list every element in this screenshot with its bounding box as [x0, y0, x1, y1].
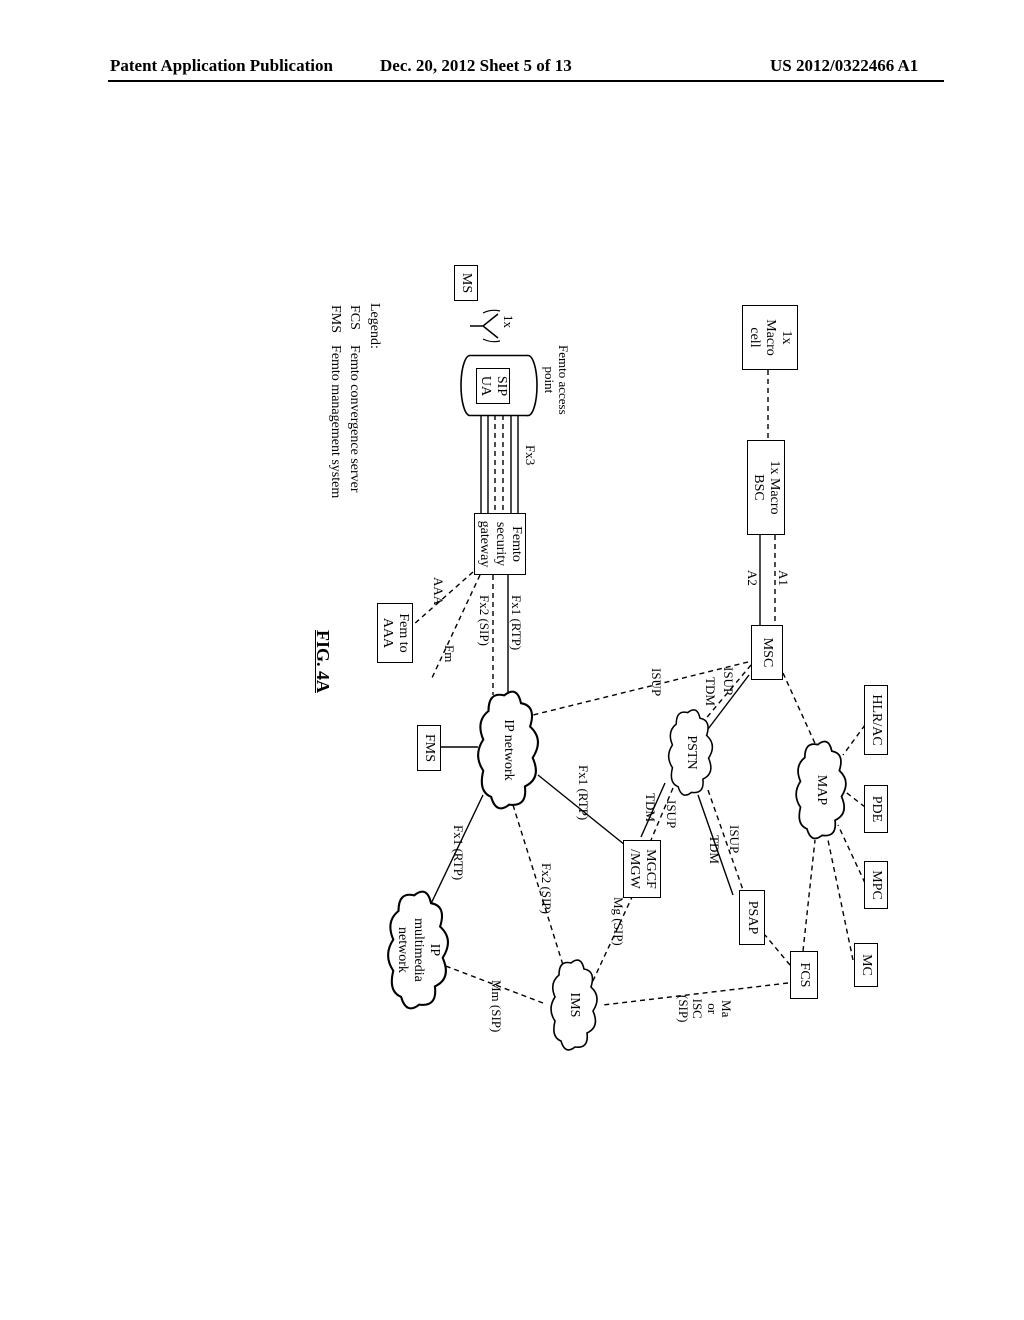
legend-row: FMSFemto management system	[327, 305, 345, 508]
label-mm-sip: Mm (SIP)	[489, 980, 503, 1032]
label-isup-3: ISUP	[664, 800, 678, 828]
node-fcs: FCS	[790, 951, 818, 999]
node-msc: MSC	[751, 625, 783, 680]
cloud-ip-multimedia: IP multimedia network	[383, 885, 453, 1015]
label-isup-2: ISUP	[727, 825, 741, 853]
label-1x: 1x	[501, 315, 515, 328]
header-right: US 2012/0322466 A1	[770, 56, 918, 76]
label-tdm-3: TDM	[643, 793, 657, 822]
legend-row: FCSFemto convergence server	[346, 305, 364, 508]
cloud-ip-network: IP network	[473, 685, 543, 815]
label-ma-isc-sip: Ma or ISC (SIP)	[676, 995, 733, 1022]
label-fx1-rtp-b: Fx1 (RTP)	[451, 825, 465, 880]
node-mpc: MPC	[864, 861, 888, 909]
label-isup-1: ISUP	[721, 667, 735, 695]
label-a2: A2	[745, 570, 759, 586]
node-sip-ua: SIP UA	[476, 368, 510, 404]
femto-access-point: SIP UA	[460, 353, 538, 418]
node-fms: FMS	[417, 725, 441, 771]
cloud-ims: IMS	[543, 955, 605, 1055]
header-left: Patent Application Publication	[110, 56, 333, 76]
node-hlr-ac: HLR/AC	[864, 685, 888, 755]
node-mgcf-mgw: MGCF /MGW	[623, 840, 661, 898]
label-aaa: AAA	[431, 577, 445, 605]
label-fx2-sip-a: Fx2 (SIP)	[539, 863, 553, 914]
header-center: Dec. 20, 2012 Sheet 5 of 13	[380, 56, 572, 76]
label-tdm-1: TDM	[703, 677, 717, 706]
label-fx1-rtp-c: Fx1 (RTP)	[509, 595, 523, 650]
header-rule	[108, 80, 944, 82]
label-femto-access-point: Femto access point	[541, 345, 570, 415]
antenna-icon	[463, 309, 503, 343]
label-a1: A1	[776, 570, 790, 586]
figure-caption: FIG. 4A	[312, 630, 333, 693]
label-fx1-rtp-a: Fx1 (RTP)	[576, 765, 590, 820]
node-pde: PDE	[864, 785, 888, 833]
cloud-map: MAP	[794, 735, 848, 845]
node-ms: MS	[454, 265, 478, 301]
label-msc-isup: ISUP	[649, 668, 663, 696]
node-mc: MC	[854, 943, 878, 987]
label-tdm-2: TDM	[707, 835, 721, 864]
label-fx3: Fx3	[523, 445, 537, 465]
label-fm: Fm	[442, 645, 456, 662]
legend: Legend: FCSFemto convergence server FMSF…	[325, 303, 384, 510]
node-psap: PSAP	[739, 890, 765, 945]
node-1x-macro-cell: 1x Macro cell	[742, 305, 798, 370]
legend-title: Legend:	[366, 303, 384, 510]
node-femto-aaa: Fem to AAA	[377, 603, 413, 663]
cloud-pstn: PSTN	[663, 705, 718, 800]
node-1x-macro-bsc: 1x Macro BSC	[747, 440, 785, 535]
label-fx2-sip-b: Fx2 (SIP)	[477, 595, 491, 646]
node-femto-security-gateway: Femto security gateway	[474, 513, 526, 575]
label-mg-sip: Mg (SIP)	[611, 897, 625, 946]
architecture-diagram: 1x Macro cell 1x Macro BSC MSC HLR/AC PD…	[123, 285, 883, 1055]
